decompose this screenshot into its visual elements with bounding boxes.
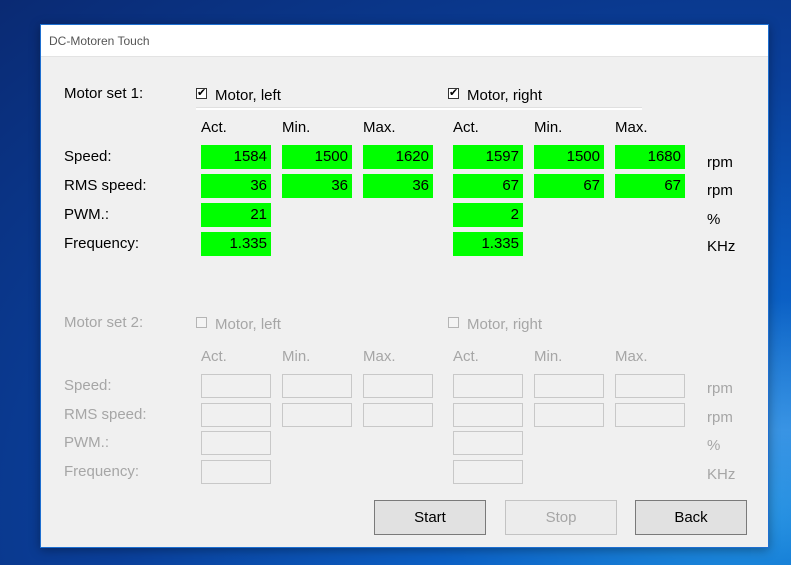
row-label-frequency: Frequency: xyxy=(64,235,140,252)
speed-left-max: 1620 xyxy=(363,145,433,169)
col-header: Max. xyxy=(615,348,648,365)
col-header: Act. xyxy=(453,348,479,365)
unit-label: rpm xyxy=(707,154,733,171)
motor-set-2-left-label: Motor, left xyxy=(215,316,281,333)
pwm-right-act: 2 xyxy=(453,203,523,227)
motor-set-2-right-label: Motor, right xyxy=(467,316,543,333)
col-header: Act. xyxy=(201,119,227,136)
motor-set-1-right-checkbox[interactable]: ✔ xyxy=(448,88,459,99)
unit-label: rpm xyxy=(707,409,733,426)
unit-label: rpm xyxy=(707,380,733,397)
col-header: Min. xyxy=(534,348,563,365)
set2-pwm-right-act xyxy=(453,431,523,455)
row-label-rms-speed: RMS speed: xyxy=(64,177,147,194)
speed-left-act: 1584 xyxy=(201,145,271,169)
unit-label: % xyxy=(707,437,721,454)
set2-rms-right-act xyxy=(453,403,523,427)
set2-speed-right-max xyxy=(615,374,685,398)
set2-freq-right-act xyxy=(453,460,523,484)
title-bar: DC-Motoren Touch xyxy=(41,25,768,57)
start-button[interactable]: Start xyxy=(374,500,486,535)
rms-right-min: 67 xyxy=(534,174,604,198)
set2-rms-right-max xyxy=(615,403,685,427)
set2-speed-left-max xyxy=(363,374,433,398)
rms-right-max: 67 xyxy=(615,174,685,198)
pwm-left-act: 21 xyxy=(201,203,271,227)
unit-label: rpm xyxy=(707,182,733,199)
col-header: Max. xyxy=(363,119,396,136)
set2-speed-right-min xyxy=(534,374,604,398)
set2-rms-left-min xyxy=(282,403,352,427)
col-header: Min. xyxy=(282,348,311,365)
unit-label: % xyxy=(707,211,721,228)
col-header: Max. xyxy=(363,348,396,365)
motor-set-1-right-label: Motor, right xyxy=(467,87,543,104)
motor-set-2-label: Motor set 2: xyxy=(64,314,144,331)
motor-set-1-label: Motor set 1: xyxy=(64,85,144,102)
unit-label: KHz xyxy=(707,238,736,255)
row-label-frequency: Frequency: xyxy=(64,463,140,480)
set2-pwm-left-act xyxy=(201,431,271,455)
col-header: Act. xyxy=(201,348,227,365)
motor-set-1-left-checkbox[interactable]: ✔ xyxy=(196,88,207,99)
rms-right-act: 67 xyxy=(453,174,523,198)
window-title: DC-Motoren Touch xyxy=(49,34,150,48)
speed-left-min: 1500 xyxy=(282,145,352,169)
set2-speed-left-act xyxy=(201,374,271,398)
row-label-rms-speed: RMS speed: xyxy=(64,406,147,423)
speed-right-max: 1680 xyxy=(615,145,685,169)
back-button[interactable]: Back xyxy=(635,500,747,535)
freq-right-act: 1.335 xyxy=(453,232,523,256)
col-header: Min. xyxy=(534,119,563,136)
col-header: Min. xyxy=(282,119,311,136)
rms-left-act: 36 xyxy=(201,174,271,198)
set2-rms-right-min xyxy=(534,403,604,427)
set2-freq-left-act xyxy=(201,460,271,484)
motor-set-2-right-checkbox[interactable] xyxy=(448,317,459,328)
freq-left-act: 1.335 xyxy=(201,232,271,256)
set2-speed-right-act xyxy=(453,374,523,398)
motor-set-1-left-label: Motor, left xyxy=(215,87,281,104)
row-label-speed: Speed: xyxy=(64,148,112,165)
col-header: Act. xyxy=(453,119,479,136)
rms-left-max: 36 xyxy=(363,174,433,198)
speed-right-act: 1597 xyxy=(453,145,523,169)
motor-set-2-left-checkbox[interactable] xyxy=(196,317,207,328)
stop-button[interactable]: Stop xyxy=(505,500,617,535)
row-label-pwm: PWM.: xyxy=(64,434,109,451)
rms-left-min: 36 xyxy=(282,174,352,198)
app-window: DC-Motoren Touch Motor set 1: ✔ Motor, l… xyxy=(40,24,769,548)
col-header: Max. xyxy=(615,119,648,136)
separator xyxy=(196,107,642,110)
set2-rms-left-act xyxy=(201,403,271,427)
unit-label: KHz xyxy=(707,466,736,483)
set2-rms-left-max xyxy=(363,403,433,427)
row-label-pwm: PWM.: xyxy=(64,206,109,223)
row-label-speed: Speed: xyxy=(64,377,112,394)
speed-right-min: 1500 xyxy=(534,145,604,169)
set2-speed-left-min xyxy=(282,374,352,398)
